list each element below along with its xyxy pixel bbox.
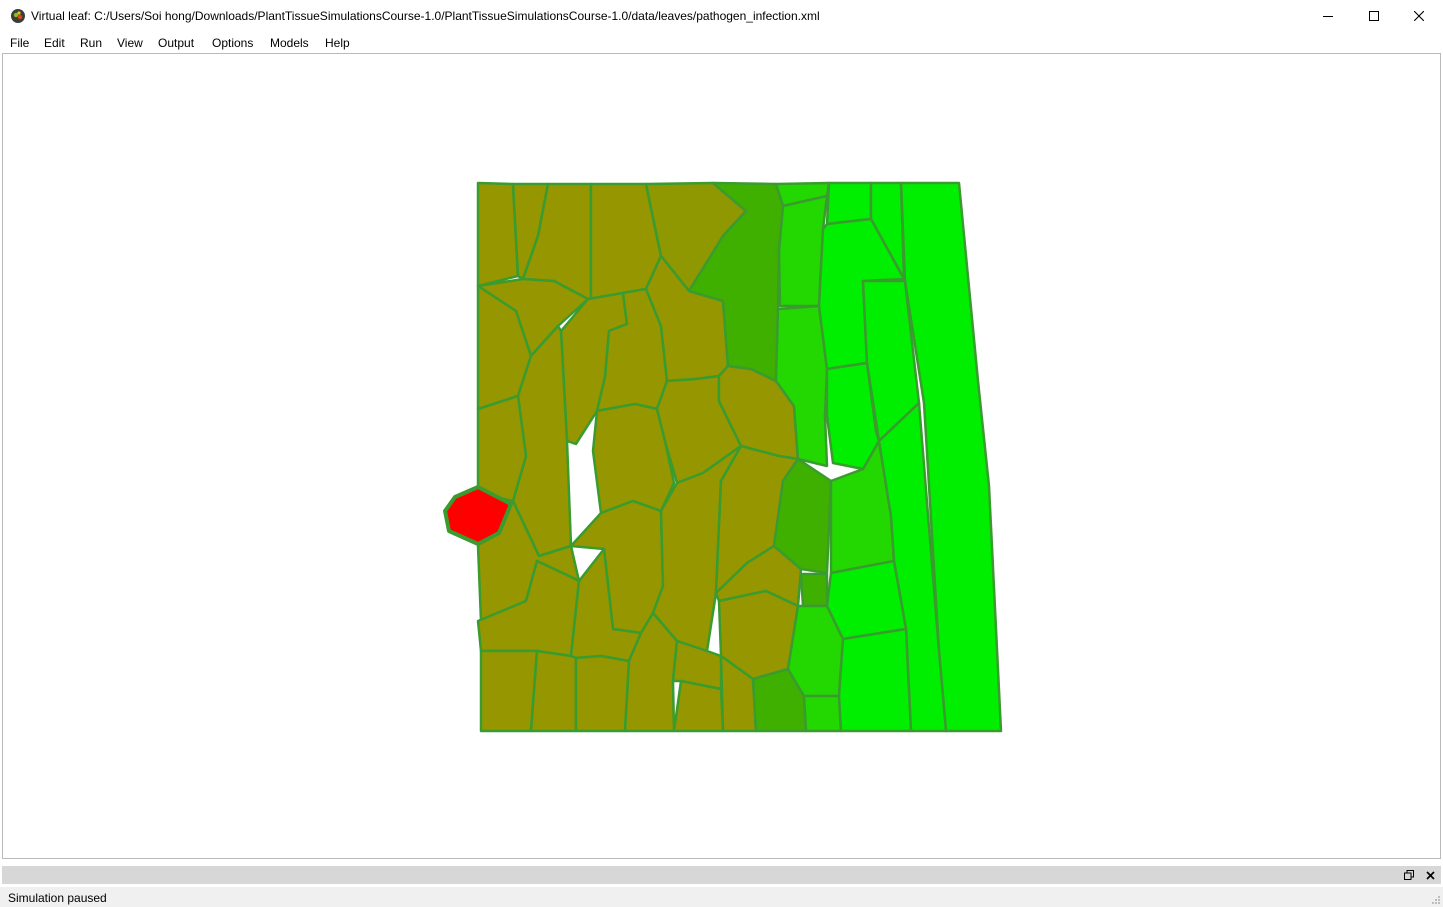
close-icon	[1414, 11, 1424, 21]
tissue-cell[interactable]	[672, 679, 725, 733]
dock-title-bar	[2, 866, 1441, 884]
menu-output[interactable]: Output	[158, 36, 194, 50]
title-bar: Virtual leaf: C:/Users/Soi hong/Download…	[0, 0, 1443, 32]
tissue-cell[interactable]	[825, 559, 908, 641]
menu-options[interactable]: Options	[212, 36, 253, 50]
app-icon	[11, 9, 25, 23]
size-grip-icon[interactable]	[1431, 895, 1441, 905]
menu-help[interactable]: Help	[325, 36, 350, 50]
tissue-cell[interactable]	[799, 572, 829, 608]
window-title: Virtual leaf: C:/Users/Soi hong/Download…	[31, 9, 820, 23]
maximize-button[interactable]	[1351, 0, 1397, 32]
status-bar: Simulation paused	[0, 887, 1443, 907]
menu-view[interactable]: View	[117, 36, 143, 50]
dock-float-button[interactable]	[1402, 868, 1416, 882]
menu-run[interactable]: Run	[80, 36, 102, 50]
menu-models[interactable]: Models	[270, 36, 309, 50]
tissue-cell[interactable]	[574, 654, 631, 733]
maximize-icon	[1369, 11, 1379, 21]
tissue-cell[interactable]	[529, 649, 578, 733]
close-button[interactable]	[1396, 0, 1442, 32]
float-icon	[1404, 870, 1414, 880]
tissue-cell[interactable]	[802, 694, 843, 733]
leaf-tissue	[443, 181, 1003, 733]
menu-file[interactable]: File	[10, 36, 29, 50]
tissue-cell[interactable]	[476, 394, 528, 503]
menu-edit[interactable]: Edit	[44, 36, 65, 50]
status-text: Simulation paused	[8, 891, 107, 905]
menu-bar: File Edit Run View Output Options Models…	[0, 32, 1443, 53]
tissue-cell[interactable]	[837, 627, 913, 733]
simulation-canvas[interactable]	[2, 53, 1441, 859]
tissue-cell[interactable]	[476, 181, 520, 288]
minimize-icon	[1323, 16, 1333, 17]
minimize-button[interactable]	[1305, 0, 1351, 32]
tissue-cell[interactable]	[479, 649, 539, 733]
tissue-cell[interactable]	[825, 181, 873, 226]
dock-close-button[interactable]	[1423, 868, 1437, 882]
close-icon	[1425, 870, 1435, 880]
